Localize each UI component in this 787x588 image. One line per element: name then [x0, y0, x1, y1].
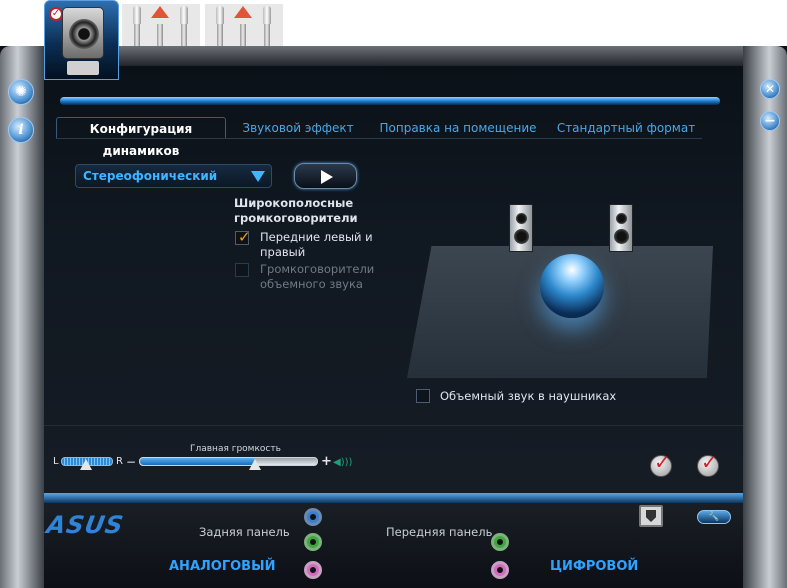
- play-test-button[interactable]: [294, 163, 357, 189]
- front-mic-port-icon[interactable]: [491, 561, 509, 579]
- analog-label: АНАЛОГОВЫЙ: [169, 559, 276, 574]
- volume-minus-icon: −: [126, 455, 137, 469]
- front-left-speaker-icon[interactable]: [509, 204, 533, 252]
- minimize-icon[interactable]: −: [760, 111, 780, 131]
- asus-logo: ASUS: [44, 511, 127, 539]
- main-volume-title: Главная громкость: [190, 444, 281, 454]
- tab-room-correction[interactable]: Поправка на помещение: [374, 117, 542, 139]
- window-top-rim: [30, 46, 757, 68]
- check-arrow-icon: ✓: [701, 450, 718, 474]
- volume-plus-icon: +: [321, 454, 332, 469]
- connector-settings-wrench-icon[interactable]: 🔧: [697, 510, 731, 524]
- close-icon[interactable]: ✕: [760, 79, 780, 99]
- headphone-virtualization-checkbox[interactable]: [416, 389, 430, 403]
- front-right-speaker-icon[interactable]: [609, 204, 633, 252]
- bottom-light-bar: [44, 493, 743, 503]
- header-light-bar: [60, 97, 720, 105]
- tab-default-format[interactable]: Стандартный формат: [556, 117, 696, 139]
- rear-mic-port-icon[interactable]: [304, 561, 322, 579]
- speaker-mode-value: Стереофонический: [83, 169, 218, 183]
- digital-label: ЦИФРОВОЙ: [550, 559, 639, 574]
- info-icon[interactable]: i: [8, 117, 34, 143]
- balance-slider-thumb[interactable]: [80, 459, 92, 470]
- surround-speakers-checkbox[interactable]: [235, 263, 249, 277]
- fullrange-speakers-title: Широкополосные громкоговорители: [234, 196, 358, 225]
- rear-line-out-port-icon[interactable]: [304, 533, 322, 551]
- headphone-virtualization-label: Объемный звук в наушниках: [440, 389, 617, 403]
- device-tab-speakers[interactable]: ✓: [44, 0, 119, 80]
- check-icon: ✓: [654, 450, 671, 474]
- front-headphone-port-icon[interactable]: [491, 533, 509, 551]
- apply-button[interactable]: ✓: [697, 450, 719, 477]
- rear-line-in-port-icon[interactable]: [304, 508, 322, 526]
- rear-panel-label: Задняя панель: [199, 525, 290, 539]
- balance-right-label: R: [116, 456, 123, 467]
- tab-speaker-configuration[interactable]: Конфигурация динамиков: [56, 117, 226, 158]
- surround-speakers-label: Громкоговорители объемного звука: [260, 262, 375, 291]
- speaker-mute-icon[interactable]: ◀))): [333, 457, 352, 468]
- section-divider: [44, 425, 743, 426]
- device-base: [67, 61, 99, 75]
- checkmark-icon: ✓: [238, 228, 251, 246]
- active-check-icon: ✓: [49, 7, 63, 21]
- front-panel-label: Передняя панель: [386, 525, 493, 539]
- play-icon: [321, 170, 333, 184]
- balance-left-label: L: [53, 456, 59, 467]
- digital-spdif-port-icon[interactable]: [639, 505, 663, 527]
- speaker-mode-select[interactable]: Стереофонический: [75, 164, 272, 188]
- speaker-device-icon: [62, 7, 104, 59]
- ok-button[interactable]: ✓: [650, 450, 672, 477]
- main-volume-fill: [140, 458, 255, 465]
- tab-sound-effect[interactable]: Звуковой эффект: [238, 117, 358, 139]
- tab-underline: [56, 138, 702, 139]
- settings-gear-icon[interactable]: ✺: [8, 79, 34, 105]
- chevron-down-icon: [251, 171, 265, 182]
- main-volume-thumb[interactable]: [249, 459, 261, 470]
- listener-sphere-icon: [540, 254, 604, 318]
- front-left-right-checkbox[interactable]: ✓: [235, 228, 251, 246]
- front-left-right-label: Передние левый и правый: [260, 230, 373, 259]
